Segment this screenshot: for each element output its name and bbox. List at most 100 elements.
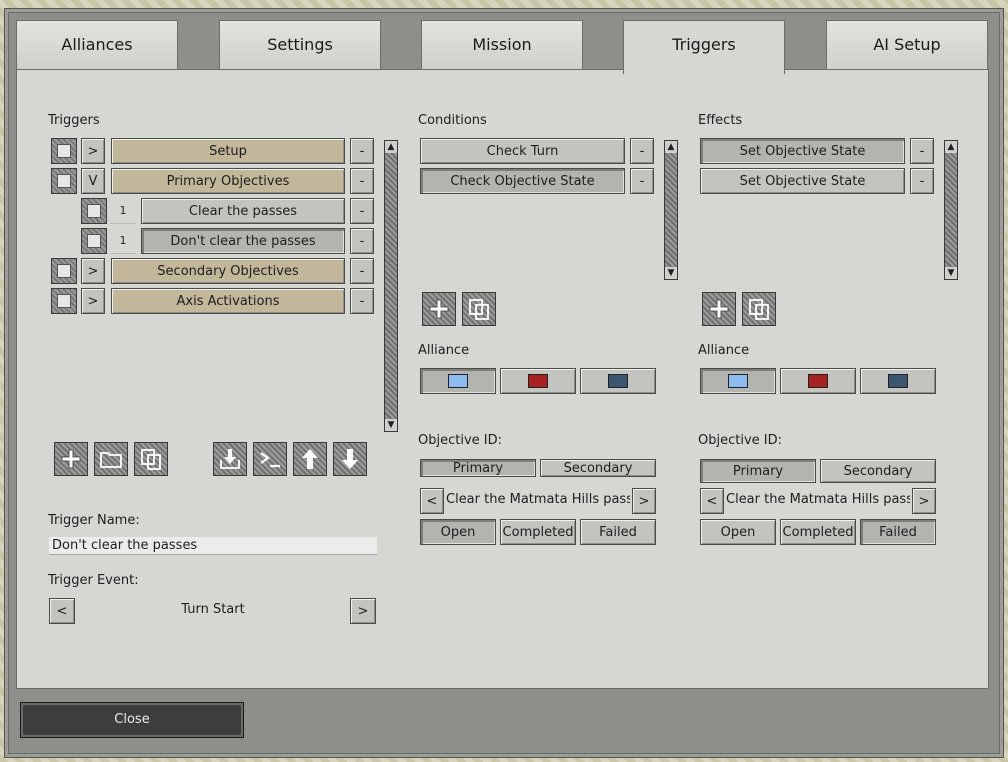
trigger-item-primary-objectives[interactable]: Primary Objectives: [111, 168, 345, 194]
trigger-enable-checkbox[interactable]: [51, 168, 77, 194]
condition-state-completed[interactable]: Completed: [500, 519, 576, 545]
import-icon[interactable]: [213, 442, 247, 476]
condition-alliance-label: Alliance: [418, 343, 470, 358]
trigger-expand-button[interactable]: >: [81, 138, 105, 164]
scroll-up-arrow[interactable]: ▲: [945, 141, 957, 153]
effect-state-completed[interactable]: Completed: [780, 519, 856, 545]
effect-alliance-label: Alliance: [698, 343, 750, 358]
scroll-down-arrow[interactable]: ▼: [385, 419, 397, 431]
close-button[interactable]: Close: [20, 702, 244, 738]
copy-icon[interactable]: [462, 292, 496, 326]
effect-state-open[interactable]: Open: [700, 519, 776, 545]
trigger-count: 1: [110, 228, 136, 254]
trigger-enable-checkbox[interactable]: [81, 198, 107, 224]
trigger-expand-button[interactable]: >: [81, 258, 105, 284]
trigger-remove-button[interactable]: -: [350, 198, 374, 224]
condition-remove-button[interactable]: -: [630, 138, 654, 164]
condition-alliance-blue[interactable]: [420, 368, 496, 394]
copy-icon[interactable]: [134, 442, 168, 476]
effect-alliance-navy[interactable]: [860, 368, 936, 394]
effect-objective-value: Clear the Matmata Hills passes: [726, 492, 910, 507]
scroll-down-arrow[interactable]: ▼: [665, 267, 677, 279]
tab-triggers[interactable]: Triggers: [623, 20, 785, 74]
alliance-swatch: [448, 374, 468, 388]
triggers-scrollbar[interactable]: ▲ ▼: [384, 140, 398, 432]
triggers-panel: Triggers > Setup - V Primary Objectives …: [16, 69, 989, 689]
conditions-section-label: Conditions: [418, 113, 487, 128]
add-icon[interactable]: [54, 442, 88, 476]
scroll-up-arrow[interactable]: ▲: [665, 141, 677, 153]
trigger-name-label: Trigger Name:: [48, 513, 140, 528]
condition-objective-value: Clear the Matmata Hills passes: [446, 492, 630, 507]
trigger-item-dont-clear-passes[interactable]: Don't clear the passes: [141, 228, 345, 254]
effect-secondary-button[interactable]: Secondary: [820, 459, 936, 483]
trigger-expand-button[interactable]: >: [81, 288, 105, 314]
trigger-item-clear-passes[interactable]: Clear the passes: [141, 198, 345, 224]
tab-ai-setup[interactable]: AI Setup: [826, 20, 988, 70]
condition-remove-button[interactable]: -: [630, 168, 654, 194]
trigger-enable-checkbox[interactable]: [51, 138, 77, 164]
trigger-item-axis-activations[interactable]: Axis Activations: [111, 288, 345, 314]
add-icon[interactable]: [422, 292, 456, 326]
effects-section-label: Effects: [698, 113, 743, 128]
event-prev-button[interactable]: <: [49, 598, 75, 624]
effect-item-set-objective-state[interactable]: Set Objective State: [700, 138, 905, 164]
event-next-button[interactable]: >: [350, 598, 376, 624]
effect-state-failed[interactable]: Failed: [860, 519, 936, 545]
trigger-enable-checkbox[interactable]: [51, 258, 77, 284]
condition-primary-button[interactable]: Primary: [420, 459, 536, 477]
folder-icon[interactable]: [94, 442, 128, 476]
trigger-collapse-button[interactable]: V: [81, 168, 105, 194]
trigger-remove-button[interactable]: -: [350, 288, 374, 314]
condition-objective-prev[interactable]: <: [420, 488, 444, 514]
alliance-swatch: [528, 374, 548, 388]
alliance-swatch: [728, 374, 748, 388]
condition-secondary-button[interactable]: Secondary: [540, 459, 656, 477]
trigger-remove-button[interactable]: -: [350, 258, 374, 284]
condition-state-open[interactable]: Open: [420, 519, 496, 545]
alliance-swatch: [888, 374, 908, 388]
effect-alliance-blue[interactable]: [700, 368, 776, 394]
condition-objective-id-label: Objective ID:: [418, 433, 502, 448]
condition-item-check-turn[interactable]: Check Turn: [420, 138, 625, 164]
trigger-item-secondary-objectives[interactable]: Secondary Objectives: [111, 258, 345, 284]
effect-remove-button[interactable]: -: [910, 138, 934, 164]
scroll-up-arrow[interactable]: ▲: [385, 141, 397, 153]
effect-alliance-red[interactable]: [780, 368, 856, 394]
trigger-remove-button[interactable]: -: [350, 228, 374, 254]
effect-objective-next[interactable]: >: [912, 488, 936, 514]
condition-state-failed[interactable]: Failed: [580, 519, 656, 545]
effect-item-set-objective-state[interactable]: Set Objective State: [700, 168, 905, 194]
trigger-event-value: Turn Start: [181, 602, 245, 617]
effect-remove-button[interactable]: -: [910, 168, 934, 194]
add-icon[interactable]: [702, 292, 736, 326]
scroll-down-arrow[interactable]: ▼: [945, 267, 957, 279]
condition-alliance-navy[interactable]: [580, 368, 656, 394]
trigger-name-input[interactable]: Don't clear the passes: [49, 537, 377, 555]
trigger-remove-button[interactable]: -: [350, 168, 374, 194]
effect-objective-prev[interactable]: <: [700, 488, 724, 514]
trigger-enable-checkbox[interactable]: [51, 288, 77, 314]
conditions-scrollbar[interactable]: ▲ ▼: [664, 140, 678, 280]
tab-alliances[interactable]: Alliances: [16, 20, 178, 70]
alliance-swatch: [608, 374, 628, 388]
triggers-section-label: Triggers: [48, 113, 100, 128]
condition-alliance-red[interactable]: [500, 368, 576, 394]
effects-scrollbar[interactable]: ▲ ▼: [944, 140, 958, 280]
trigger-enable-checkbox[interactable]: [81, 228, 107, 254]
trigger-event-label: Trigger Event:: [48, 573, 139, 588]
copy-icon[interactable]: [742, 292, 776, 326]
alliance-swatch: [808, 374, 828, 388]
tab-settings[interactable]: Settings: [219, 20, 381, 70]
trigger-remove-button[interactable]: -: [350, 138, 374, 164]
console-icon[interactable]: [253, 442, 287, 476]
tab-mission[interactable]: Mission: [421, 20, 583, 70]
condition-objective-next[interactable]: >: [632, 488, 656, 514]
trigger-count: 1: [110, 198, 136, 224]
condition-item-check-objective-state[interactable]: Check Objective State: [420, 168, 625, 194]
move-up-icon[interactable]: [293, 442, 327, 476]
effect-primary-button[interactable]: Primary: [700, 459, 816, 483]
move-down-icon[interactable]: [333, 442, 367, 476]
trigger-item-setup[interactable]: Setup: [111, 138, 345, 164]
effect-objective-id-label: Objective ID:: [698, 433, 782, 448]
